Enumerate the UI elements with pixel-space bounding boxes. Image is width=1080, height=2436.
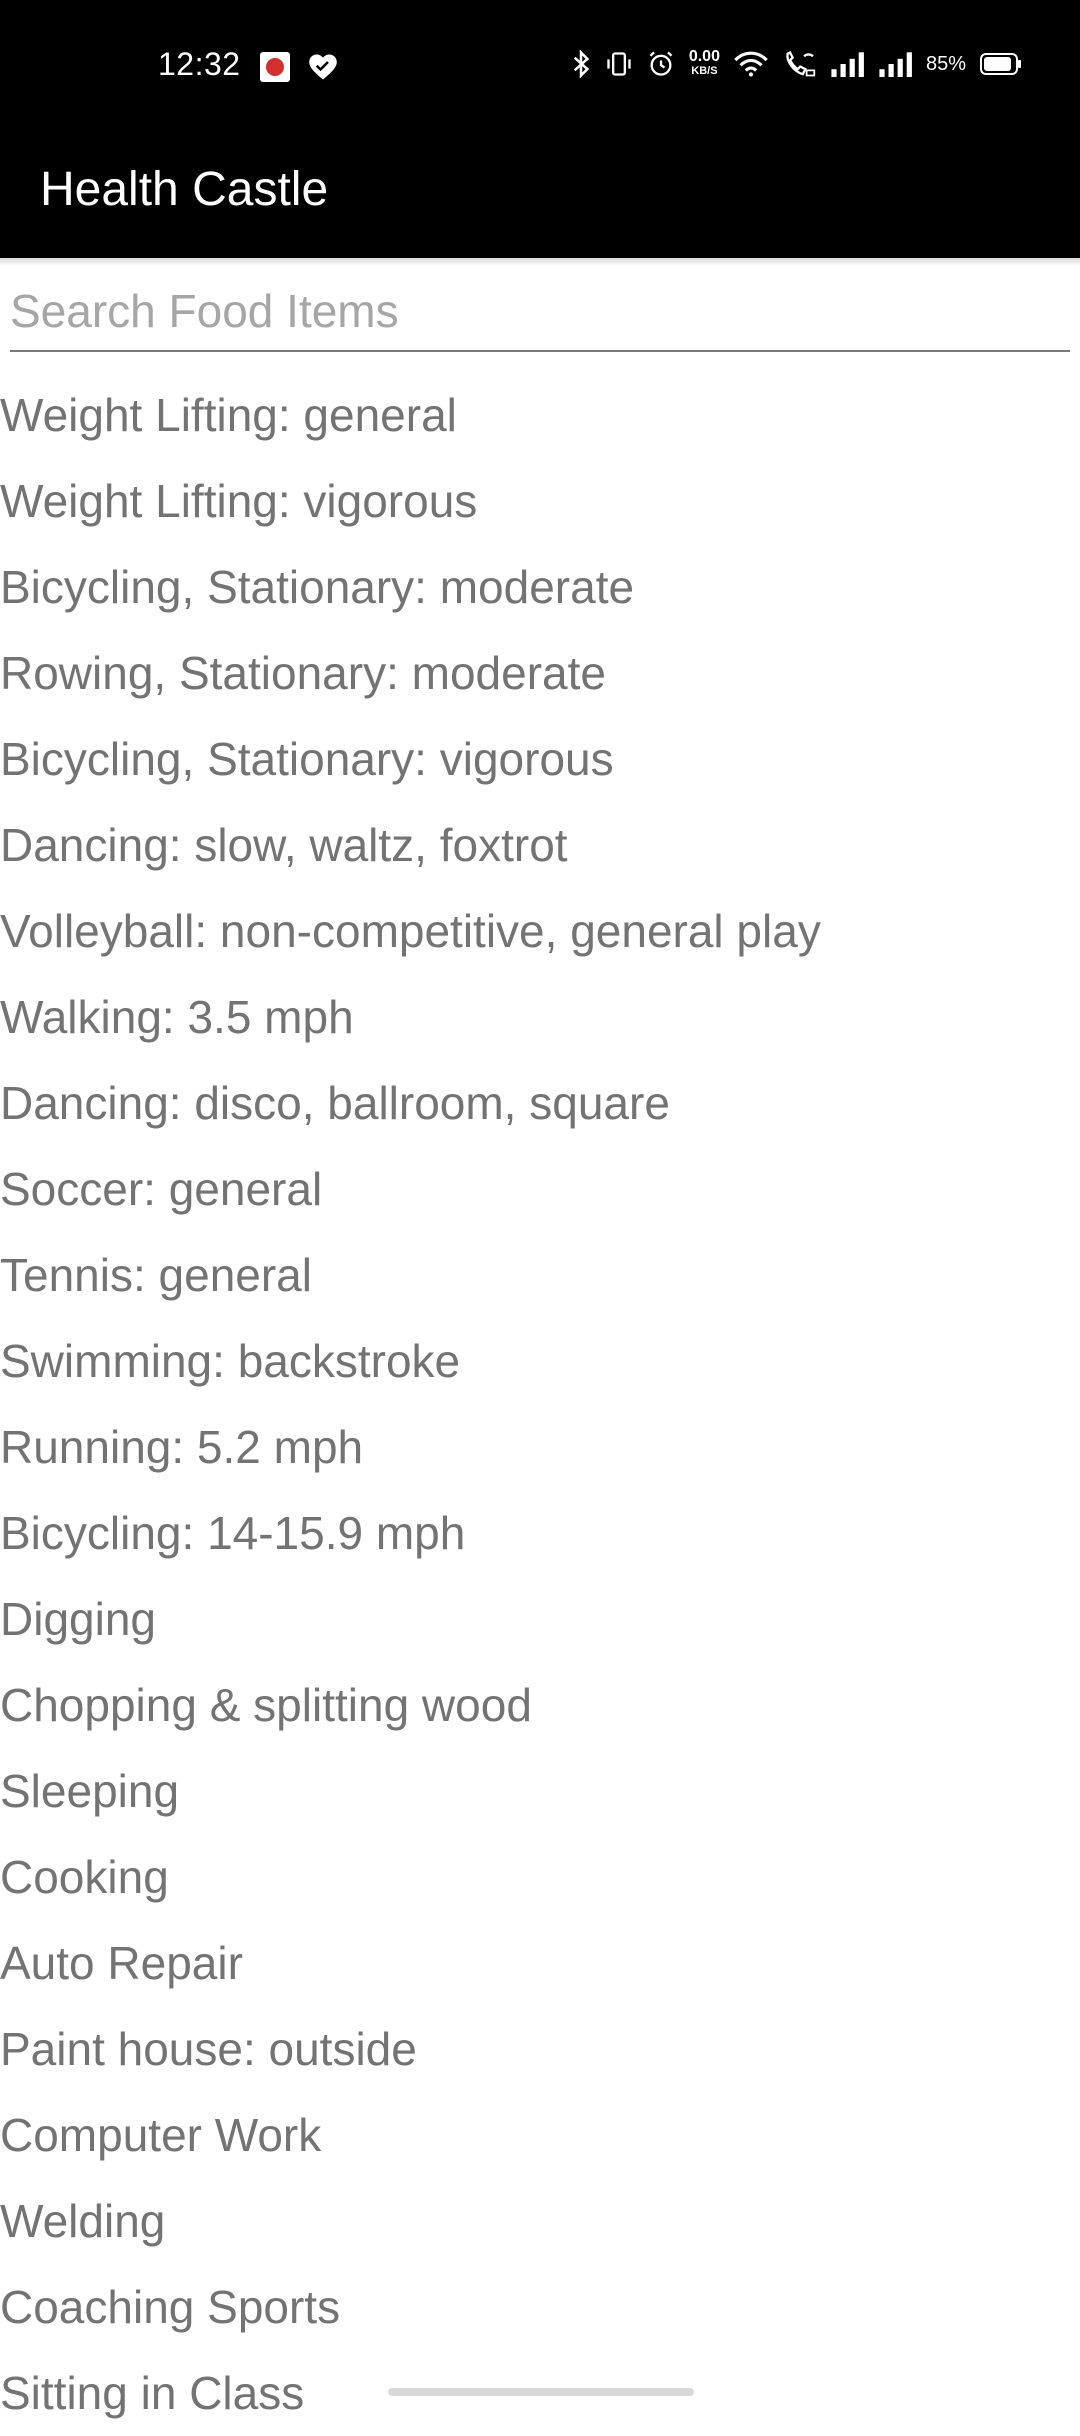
network-speed-value: 0.00 <box>688 48 720 65</box>
notification-icons <box>260 52 338 82</box>
list-item[interactable]: Volleyball: non-competitive, general pla… <box>0 888 1080 974</box>
system-status-icons: 0.00 KB/S 85% <box>571 48 1022 78</box>
search-input[interactable] <box>10 274 1070 348</box>
wifi-icon <box>734 50 768 78</box>
status-bar: 12:32 0.00 KB/S 85% <box>0 0 1080 134</box>
network-speed-unit: KB/S <box>691 65 718 77</box>
list-item[interactable]: Bicycling, Stationary: vigorous <box>0 716 1080 802</box>
app-title: Health Castle <box>40 163 329 216</box>
list-item[interactable]: Welding <box>0 2178 1080 2264</box>
list-item[interactable]: Swimming: backstroke <box>0 1318 1080 1404</box>
list-item[interactable]: Weight Lifting: general <box>0 372 1080 458</box>
list-item[interactable]: Digging <box>0 1576 1080 1662</box>
list-item[interactable]: Dancing: disco, ballroom, square <box>0 1060 1080 1146</box>
bluetooth-icon <box>571 50 591 78</box>
app-bar-shadow <box>0 258 1080 266</box>
list-item[interactable]: Tennis: general <box>0 1232 1080 1318</box>
signal-icon <box>830 51 864 77</box>
network-speed: 0.00 KB/S <box>688 48 720 78</box>
signal-icon <box>878 51 912 77</box>
list-item[interactable]: Chopping & splitting wood <box>0 1662 1080 1748</box>
battery-percent: 85% <box>925 52 966 75</box>
vibrate-icon <box>605 50 633 78</box>
heart-icon <box>308 53 338 81</box>
list-item[interactable]: Bicycling: 14-15.9 mph <box>0 1490 1080 1576</box>
list-item[interactable]: Bicycling, Stationary: moderate <box>0 544 1080 630</box>
alarm-icon <box>647 50 675 78</box>
list-item[interactable]: Running: 5.2 mph <box>0 1404 1080 1490</box>
list-item[interactable]: Walking: 3.5 mph <box>0 974 1080 1060</box>
list-item[interactable]: Weight Lifting: vigorous <box>0 458 1080 544</box>
list-item[interactable]: Rowing, Stationary: moderate <box>0 630 1080 716</box>
list-item[interactable]: Sleeping <box>0 1748 1080 1834</box>
battery-icon <box>980 52 1022 76</box>
list-item[interactable]: Cooking <box>0 1834 1080 1920</box>
list-item[interactable]: Paint house: outside <box>0 2006 1080 2092</box>
search-field[interactable] <box>10 274 1070 352</box>
list-item[interactable]: Soccer: general <box>0 1146 1080 1232</box>
list-item[interactable]: Dancing: slow, waltz, foxtrot <box>0 802 1080 888</box>
status-time: 12:32 <box>158 46 241 82</box>
app-bar: Health Castle <box>0 134 1080 258</box>
wifi-calling-icon <box>782 50 816 78</box>
list-item[interactable]: Computer Work <box>0 2092 1080 2178</box>
gesture-bar <box>388 2388 694 2396</box>
health-app-icon <box>260 52 290 82</box>
list-item[interactable]: Coaching Sports <box>0 2264 1080 2350</box>
activity-list[interactable]: Weight Lifting: general Weight Lifting: v… <box>0 372 1080 2436</box>
list-item[interactable]: Auto Repair <box>0 1920 1080 2006</box>
